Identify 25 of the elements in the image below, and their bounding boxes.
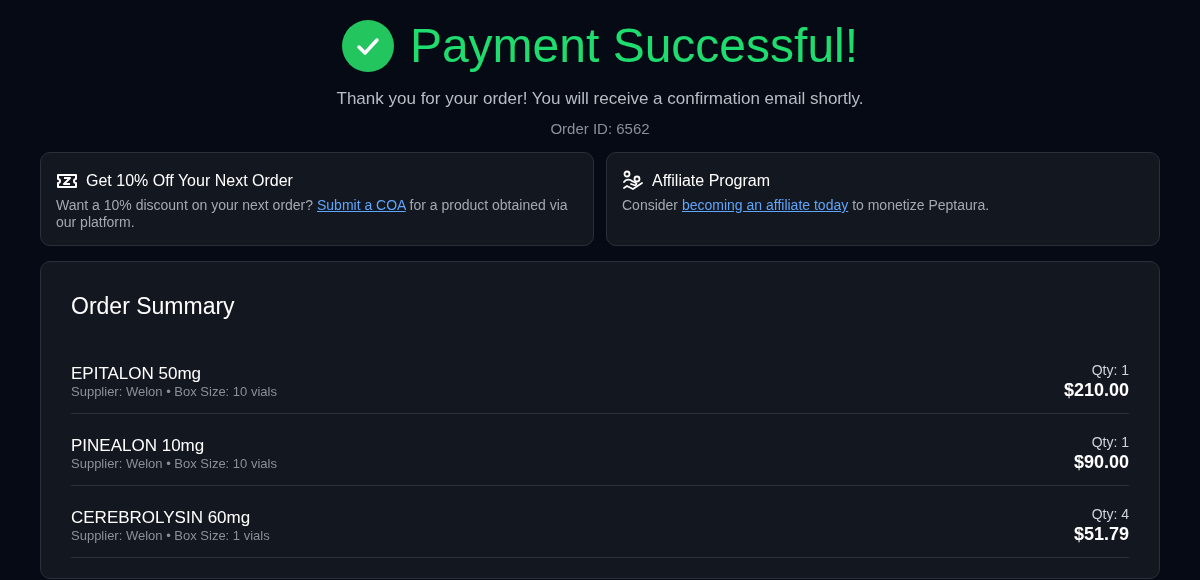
order-id: Order ID: 6562 <box>550 118 650 139</box>
promo-link[interactable]: becoming an affiliate today <box>681 197 849 213</box>
summary-title: Order Summary <box>71 292 236 321</box>
promo-text: Want a 10% discount on your next order? Submit a COA for a product obtained via our platform. <box>56 197 569 231</box>
hand-people-icon <box>622 170 644 192</box>
promo-title: Get 10% Off Your Next Order <box>86 171 293 191</box>
promo-link[interactable]: Submit a COA <box>316 197 406 213</box>
item-details: Supplier: Welon • Box Size: 1 vials <box>71 527 270 544</box>
item-details: Supplier: Welon • Box Size: 10 vials <box>71 455 277 472</box>
item-quantity: Qty: 1 <box>1091 434 1129 451</box>
item-name: CEREBROLYSIN 60mg <box>71 507 252 528</box>
confirmation-message: Thank you for your order! You will receive a confirmation email shortly. <box>336 88 864 110</box>
ticket-icon <box>56 172 78 190</box>
item-quantity: Qty: 4 <box>1091 506 1129 523</box>
item-price: $51.79 <box>1073 523 1129 545</box>
item-quantity: Qty: 1 <box>1091 362 1129 379</box>
item-details: Supplier: Welon • Box Size: 10 vials <box>71 383 277 400</box>
item-price: $90.00 <box>1073 451 1129 473</box>
promo-text: Consider becoming an affiliate today to monetize Peptaura. <box>622 197 991 214</box>
promo-title: Affiliate Program <box>652 171 770 191</box>
check-circle-icon <box>341 20 394 72</box>
item-name: EPITALON 50mg <box>71 363 203 384</box>
item-price: $210.00 <box>1063 379 1129 401</box>
item-name: PINEALON 10mg <box>71 435 206 456</box>
page-title: Payment Successful! <box>409 18 859 74</box>
